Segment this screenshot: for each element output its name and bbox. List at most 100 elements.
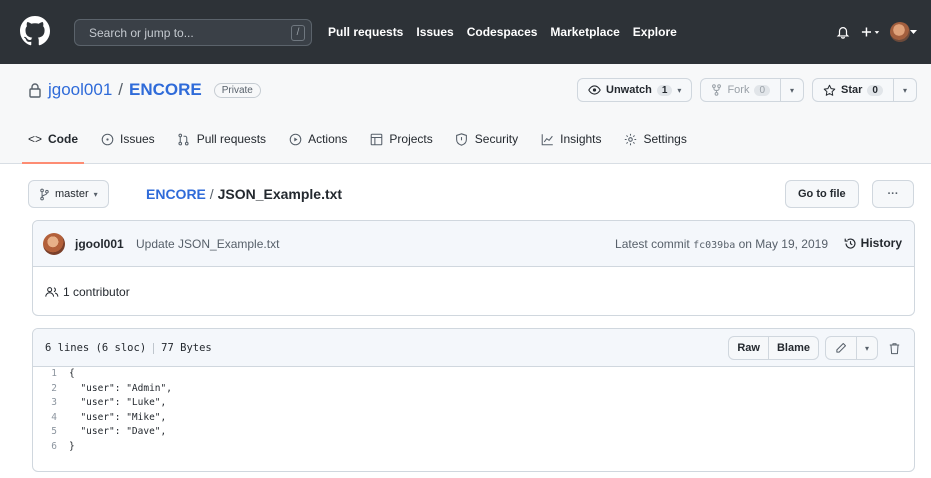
tab-code[interactable]: <> Code xyxy=(22,125,84,164)
line-number[interactable]: 3 xyxy=(33,396,69,411)
line-number[interactable]: 5 xyxy=(33,425,69,440)
search-placeholder: Search or jump to... xyxy=(89,26,194,40)
global-nav: Pull requests Issues Codespaces Marketpl… xyxy=(328,25,677,39)
edit-dropdown-button[interactable]: ▾ xyxy=(856,336,878,360)
commit-sha-link[interactable]: fc039ba xyxy=(693,240,735,251)
unwatch-button[interactable]: Unwatch 1 ▾ xyxy=(577,78,693,102)
fork-count: 0 xyxy=(754,84,770,96)
fork-label: Fork xyxy=(727,84,750,96)
tab-pull-requests[interactable]: Pull requests xyxy=(177,125,266,153)
raw-button[interactable]: Raw xyxy=(728,336,769,360)
line-number[interactable]: 6 xyxy=(33,440,69,455)
tab-projects[interactable]: Projects xyxy=(369,125,433,153)
repo-header: jgool001 / ENCORE Private Unwatch 1 ▾ Fo… xyxy=(0,64,931,164)
fork-button[interactable]: Fork 0 xyxy=(700,78,781,102)
commit-date: on May 19, 2019 xyxy=(738,237,828,251)
branch-icon xyxy=(40,188,49,200)
file-viewer: 6 lines (6 sloc) 77 Bytes Raw Blame ▾ 1{ … xyxy=(32,328,915,472)
history-link[interactable]: History xyxy=(844,236,902,250)
latest-commit-box: jgool001 Update JSON_Example.txt Latest … xyxy=(32,220,915,316)
branch-select-button[interactable]: master ▾ xyxy=(28,180,109,208)
line-number[interactable]: 4 xyxy=(33,411,69,426)
commit-message-link[interactable]: Update JSON_Example.txt xyxy=(136,237,279,251)
repo-name-link[interactable]: ENCORE xyxy=(129,80,202,100)
tab-security[interactable]: Security xyxy=(455,125,518,153)
code-line: 4 "user": "Mike", xyxy=(33,411,914,426)
breadcrumb-file-name: JSON_Example.txt xyxy=(217,186,343,202)
commit-row: jgool001 Update JSON_Example.txt Latest … xyxy=(33,221,914,267)
line-number[interactable]: 1 xyxy=(33,367,69,382)
gear-icon xyxy=(624,132,638,146)
more-options-button[interactable]: ··· xyxy=(872,180,914,208)
edit-group: ▾ xyxy=(824,336,878,360)
people-icon xyxy=(45,287,59,297)
commit-meta: Latest commit fc039ba on May 19, 2019 xyxy=(615,237,828,251)
global-search-input[interactable]: Search or jump to... / xyxy=(74,19,312,46)
code-line: 3 "user": "Luke", xyxy=(33,396,914,411)
nav-explore[interactable]: Explore xyxy=(633,25,677,39)
tab-settings[interactable]: Settings xyxy=(624,125,687,153)
line-content: "user": "Dave", xyxy=(69,426,167,437)
blame-button[interactable]: Blame xyxy=(768,336,819,360)
lock-icon xyxy=(29,83,41,98)
code-line: 6} xyxy=(33,440,914,455)
nav-issues[interactable]: Issues xyxy=(416,25,453,39)
tab-insights[interactable]: Insights xyxy=(540,125,602,153)
code-line: 2 "user": "Admin", xyxy=(33,382,914,397)
line-number[interactable]: 2 xyxy=(33,382,69,397)
tab-label: Projects xyxy=(389,132,433,146)
code-blob: 1{ 2 "user": "Admin", 3 "user": "Luke", … xyxy=(33,367,914,454)
line-content: "user": "Luke", xyxy=(69,397,167,408)
trash-icon[interactable] xyxy=(884,336,904,360)
tab-label: Security xyxy=(474,132,519,146)
chevron-down-icon: ▾ xyxy=(864,343,869,353)
fork-dropdown-button[interactable]: ▾ xyxy=(781,78,805,102)
tab-label: Code xyxy=(48,132,78,146)
go-to-file-button[interactable]: Go to file xyxy=(785,180,859,208)
star-button[interactable]: Star 0 xyxy=(812,78,894,102)
eye-icon xyxy=(588,85,601,95)
commit-author-link[interactable]: jgool001 xyxy=(75,237,124,251)
star-button-group: Star 0 ▾ xyxy=(812,78,917,102)
contributors-label: 1 contributor xyxy=(63,285,130,299)
github-logo-icon[interactable] xyxy=(20,16,50,46)
repo-title-separator: / xyxy=(118,80,124,99)
contributors-link[interactable]: 1 contributor xyxy=(45,285,130,299)
breadcrumb: ENCORE / JSON_Example.txt xyxy=(146,186,342,202)
header-actions xyxy=(833,22,919,42)
line-content: } xyxy=(69,440,75,452)
code-line: 1{ xyxy=(33,367,914,382)
repo-owner-link[interactable]: jgool001 xyxy=(48,80,112,100)
tab-issues[interactable]: Issues xyxy=(100,125,155,153)
bell-icon[interactable] xyxy=(833,22,853,42)
nav-codespaces[interactable]: Codespaces xyxy=(467,25,538,39)
search-shortcut-key: / xyxy=(291,25,305,41)
tab-actions[interactable]: Actions xyxy=(288,125,347,153)
file-info: 6 lines (6 sloc) 77 Bytes xyxy=(45,342,212,354)
chevron-down-icon: ▾ xyxy=(902,85,907,95)
graph-icon xyxy=(540,132,554,146)
user-menu[interactable] xyxy=(889,22,919,42)
code-line: 5 "user": "Dave", xyxy=(33,425,914,440)
nav-marketplace[interactable]: Marketplace xyxy=(550,25,619,39)
pencil-icon xyxy=(836,342,847,353)
file-size: 77 Bytes xyxy=(161,342,212,354)
breadcrumb-repo-link[interactable]: ENCORE xyxy=(146,186,206,202)
avatar[interactable] xyxy=(43,233,65,255)
play-icon xyxy=(288,132,302,146)
line-content: "user": "Admin", xyxy=(69,382,172,394)
repo-tabs: <> Code Issues Pull requests Actions Pro… xyxy=(22,125,687,164)
repo-actions: Unwatch 1 ▾ Fork 0 ▾ Star 0 ▾ xyxy=(577,78,917,102)
tab-label: Actions xyxy=(308,132,348,146)
edit-button[interactable] xyxy=(824,336,857,360)
line-count: 6 lines (6 sloc) xyxy=(45,342,147,354)
issue-icon xyxy=(100,132,114,146)
code-icon: <> xyxy=(28,132,43,146)
star-icon xyxy=(823,84,836,96)
nav-pull-requests[interactable]: Pull requests xyxy=(328,25,403,39)
fork-button-group: Fork 0 ▾ xyxy=(700,78,805,102)
pull-request-icon xyxy=(177,132,191,146)
plus-menu-icon[interactable] xyxy=(861,22,881,42)
chevron-down-icon: ▾ xyxy=(677,85,682,95)
star-dropdown-button[interactable]: ▾ xyxy=(893,78,917,102)
